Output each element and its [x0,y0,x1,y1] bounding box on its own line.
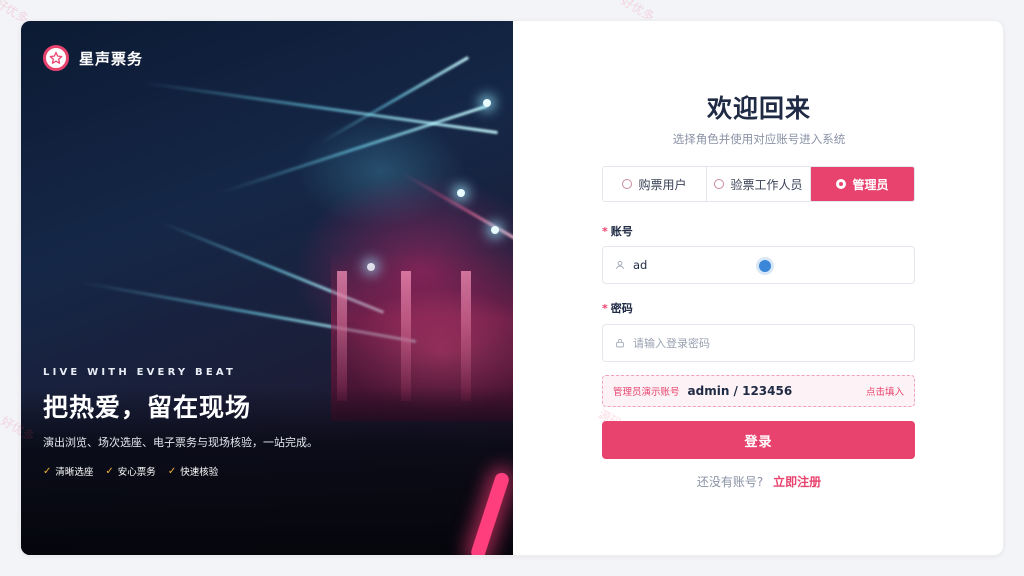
lock-icon [615,338,625,348]
spotlight [457,189,465,197]
pointer-cursor [759,260,771,272]
demo-label: 管理员演示账号 [613,387,680,398]
radio-selected-icon [836,179,847,189]
role-label: 验票工作人员 [730,177,803,192]
feature-item: ✓ 清晰选座 [43,464,94,479]
password-field[interactable]: 请输入登录密码 [602,324,915,362]
stage-screen [337,271,347,401]
page-subtitle: 选择角色并使用对应账号进入系统 [672,132,846,146]
password-placeholder: 请输入登录密码 [633,337,710,350]
required-mark: * [602,225,608,238]
fill-demo-link[interactable]: 点击填入 [866,384,904,398]
demo-account-hint: 管理员演示账号 admin / 123456 点击填入 [602,375,915,407]
hero-tagline: LIVE WITH EVERY BEAT [43,367,237,378]
feature-item: ✓ 快速核验 [167,464,219,479]
hero-text: LIVE WITH EVERY BEAT 把热爱，留在现场 演出浏览、场次选座、… [43,367,318,478]
feature-list: ✓ 清晰选座 ✓ 安心票务 ✓ 快速核验 [43,464,318,479]
feature-label: 安心票务 [117,467,156,478]
role-selector: 购票用户 验票工作人员 管理员 [602,166,915,202]
role-option-checker[interactable]: 验票工作人员 [707,167,811,201]
radio-icon [622,179,633,189]
user-icon [615,260,625,270]
spotlight [483,99,491,107]
register-link[interactable]: 立即注册 [773,475,821,489]
account-field[interactable]: ad [602,246,915,284]
stage-light-beam [140,81,498,135]
demo-credentials: admin / 123456 [687,384,793,398]
login-form: 欢迎回来 选择角色并使用对应账号进入系统 购票用户 验票工作人员 管理员 * 账号 [513,21,1003,555]
stage-screen [401,271,411,401]
check-icon: ✓ [105,465,114,477]
role-label: 管理员 [852,177,889,192]
feature-label: 快速核验 [180,467,219,478]
brand: 星声票务 [43,45,143,71]
spotlight [491,226,499,234]
register-prompt: 还没有账号? 立即注册 [513,473,1003,490]
stage-screen [461,271,471,401]
role-label: 购票用户 [638,177,687,192]
login-card: 星声票务 LIVE WITH EVERY BEAT 把热爱，留在现场 演出浏览、… [20,20,1004,556]
account-input-value: ad [633,258,648,272]
hero-headline: 把热爱，留在现场 [43,393,252,422]
hero-subline: 演出浏览、场次选座、电子票务与现场核验，一站完成。 [43,436,318,449]
login-button[interactable]: 登录 [602,421,915,459]
radio-icon [714,179,725,189]
concert-hero-image: 星声票务 LIVE WITH EVERY BEAT 把热爱，留在现场 演出浏览、… [21,21,513,555]
feature-item: ✓ 安心票务 [105,464,156,479]
star-icon [43,45,69,71]
stage-light-beam [220,104,488,194]
register-question: 还没有账号? [696,475,764,489]
check-icon: ✓ [167,465,177,477]
role-option-buyer[interactable]: 购票用户 [603,167,707,201]
check-icon: ✓ [43,465,52,477]
stage-light-beam [320,56,469,144]
password-label: * 密码 [602,302,633,315]
role-option-admin[interactable]: 管理员 [811,167,914,201]
account-label: * 账号 [602,225,633,238]
page-title: 欢迎回来 [706,94,811,123]
required-mark: * [602,302,608,315]
feature-label: 清晰选座 [55,467,94,478]
brand-name: 星声票务 [79,49,144,68]
